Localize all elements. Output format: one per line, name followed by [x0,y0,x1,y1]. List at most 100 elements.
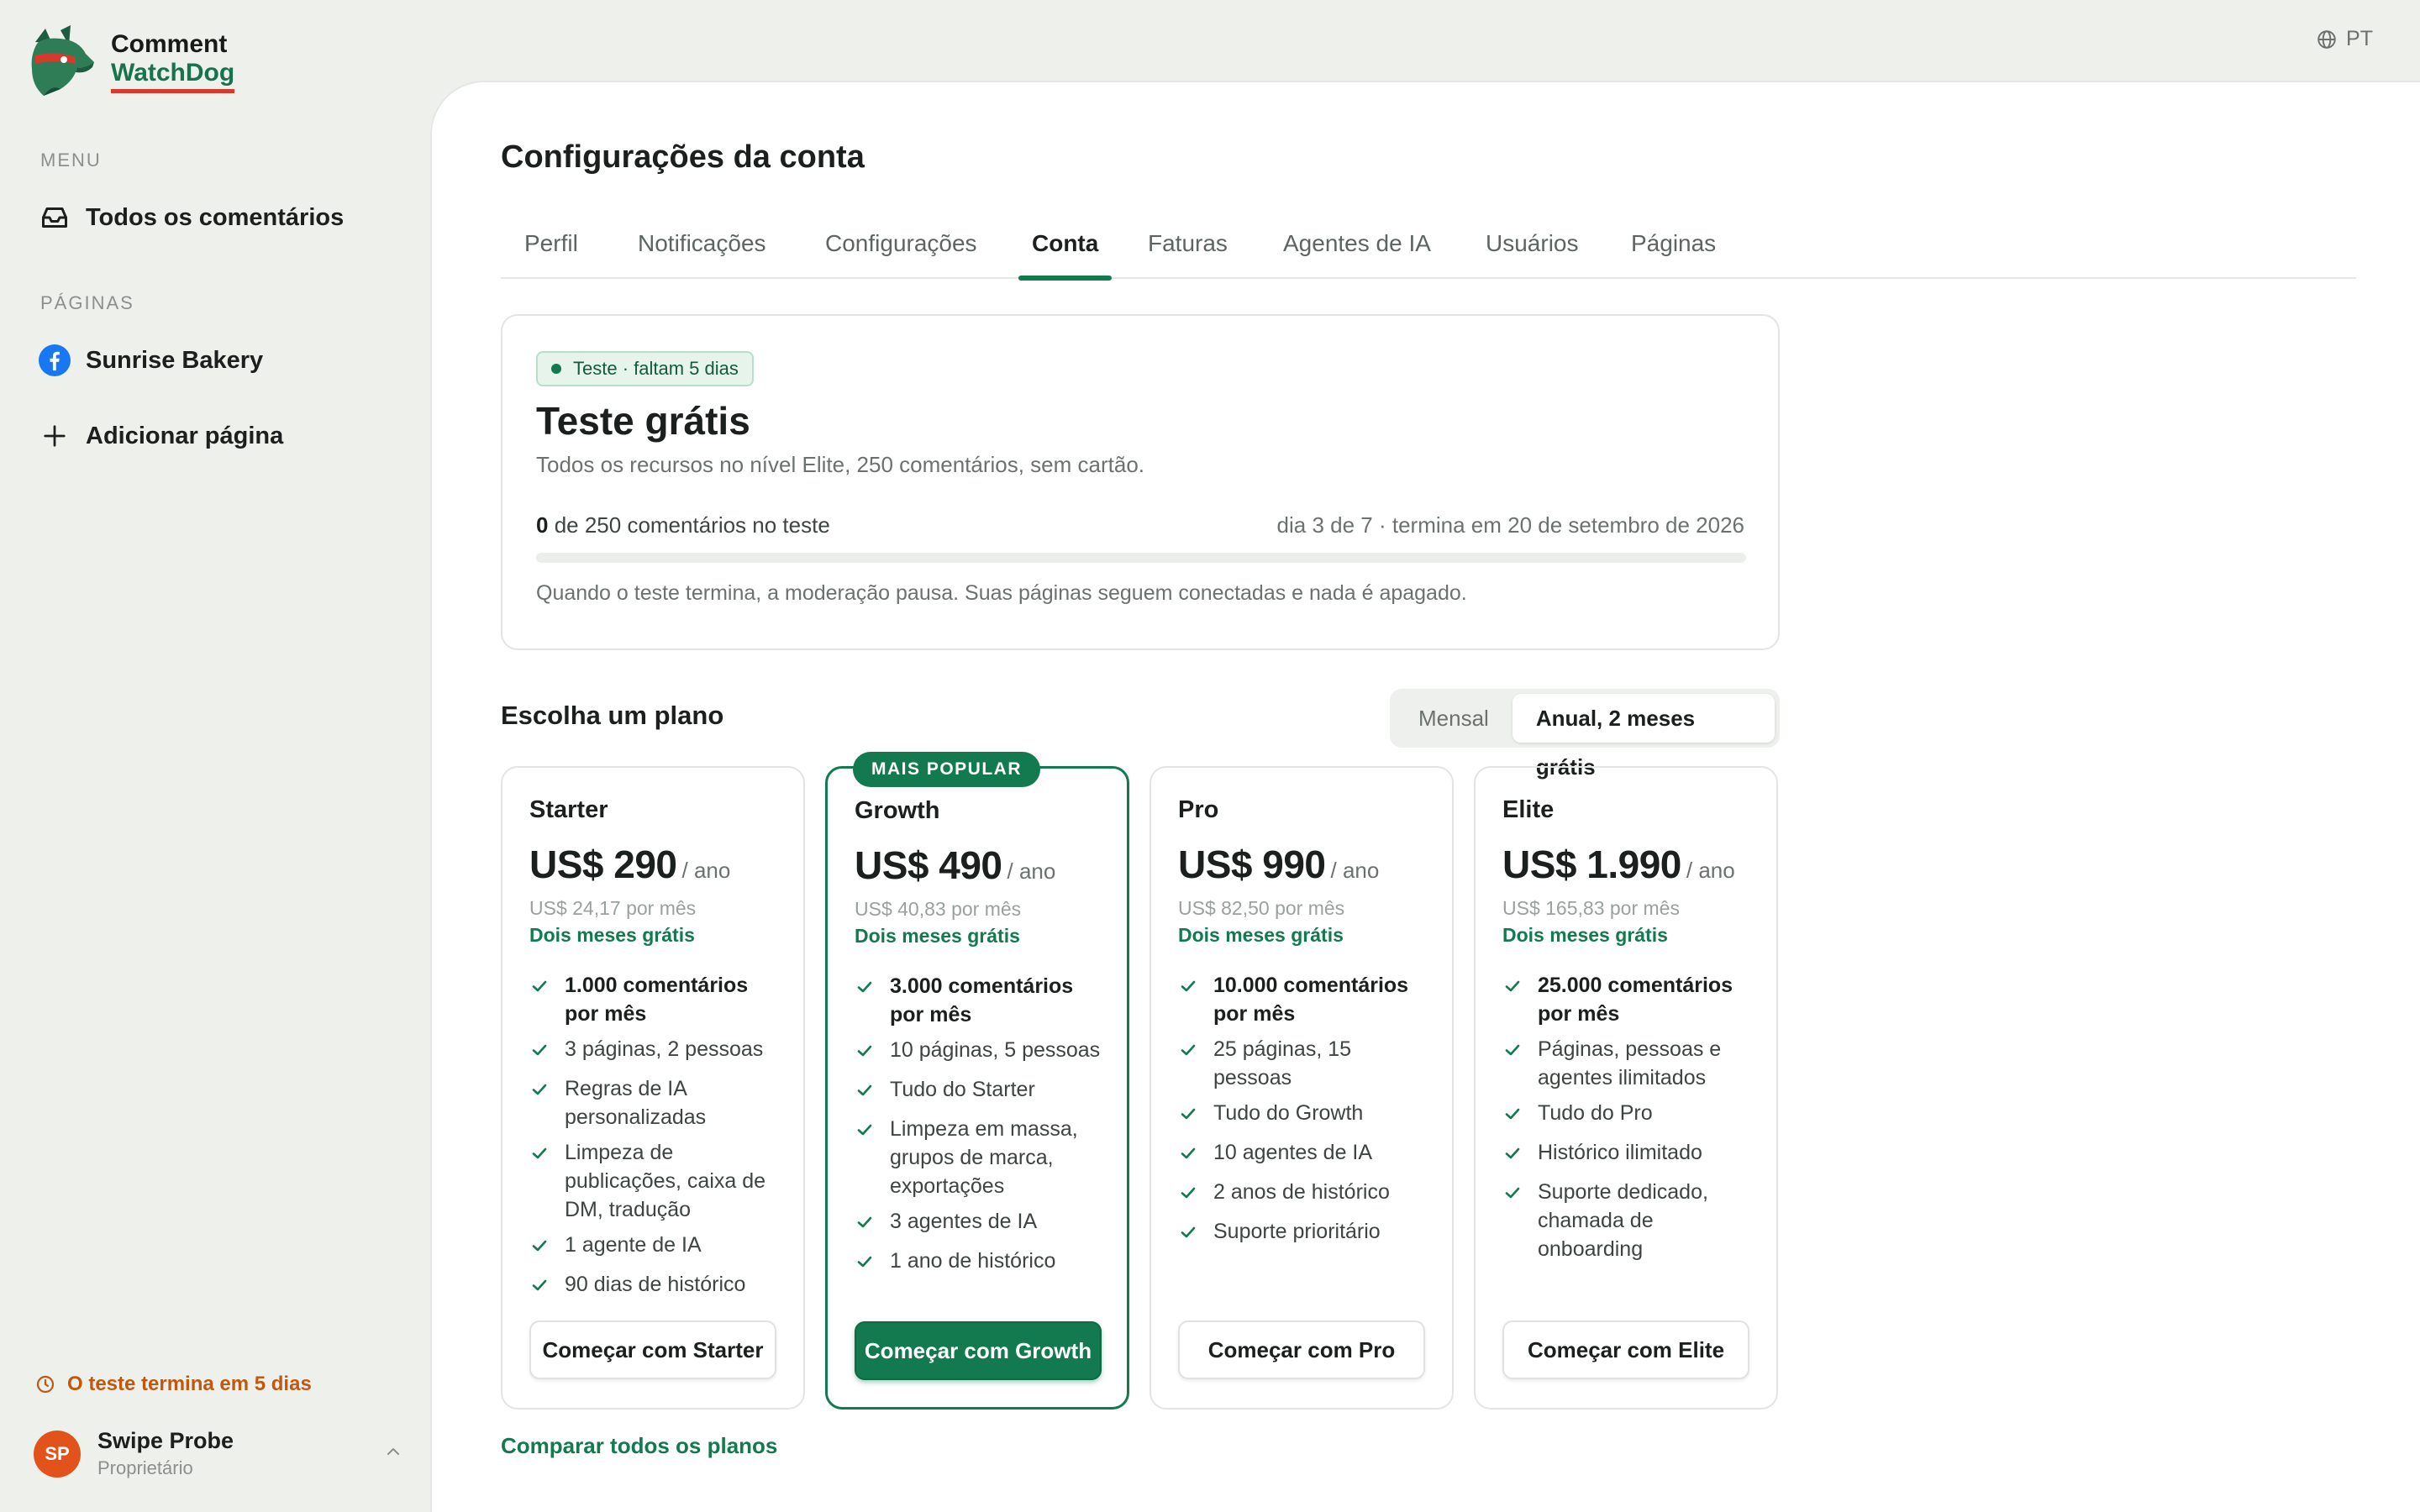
plan-free-months: Dois meses grátis [529,924,695,946]
plan-feature-text: 10 agentes de IA [1213,1141,1373,1164]
plan-price: US$ 490 / ano [855,843,1055,888]
main-panel: Configurações da conta Perfil Notificaçõ… [430,81,2420,1512]
plan-price-period: / ano [681,858,731,883]
start-starter-button[interactable]: Começar com Starter [529,1320,776,1379]
check-icon [855,1247,880,1279]
plan-feature: 3.000 comentários por mês [855,972,1112,1029]
pages-section-label: PÁGINAS [40,292,134,313]
tab-notificacoes[interactable]: Notificações [624,220,780,279]
plan-features: 25.000 comentários por mês Páginas, pess… [1502,971,1760,1270]
plan-feature: Tudo do Pro [1502,1099,1760,1131]
plus-icon [39,420,71,452]
plan-name: Pro [1178,796,1219,823]
plan-card-starter: Starter US$ 290 / ano US$ 24,17 por mês … [501,766,805,1410]
plan-feature: Histórico ilimitado [1502,1138,1760,1171]
plan-card-pro: Pro US$ 990 / ano US$ 82,50 por mês Dois… [1150,766,1454,1410]
plan-price-amount: US$ 290 [529,843,677,886]
tab-usuarios[interactable]: Usuários [1472,220,1591,279]
plan-feature: 3 agentes de IA [855,1207,1112,1240]
plan-feature-text: 25.000 comentários por mês [1538,974,1733,1026]
add-page-label: Adicionar página [86,422,284,449]
start-elite-button[interactable]: Começar com Elite [1502,1320,1749,1379]
tab-paginas[interactable]: Páginas [1618,220,1729,279]
sidebar-item-page[interactable]: Sunrise Bakery [39,344,263,376]
plan-feature: 10 páginas, 5 pessoas [855,1036,1112,1068]
plan-feature: Suporte dedicado, chamada de onboarding [1502,1178,1760,1263]
tab-faturas[interactable]: Faturas [1134,220,1241,279]
check-icon [1178,1138,1203,1171]
plan-monthly-price: US$ 40,83 por mês [855,898,1022,920]
globe-icon [2317,29,2336,49]
language-selector[interactable]: PT [2316,27,2373,51]
trial-title: Teste grátis [536,399,750,443]
watchdog-logo-icon [31,25,94,96]
start-growth-button[interactable]: Começar com Growth [855,1321,1102,1380]
plan-feature-text: Páginas, pessoas e agentes ilimitados [1538,1037,1722,1089]
check-icon [1178,1099,1203,1131]
plan-feature: Limpeza de publicações, caixa de DM, tra… [529,1138,786,1224]
plan-free-months: Dois meses grátis [1178,924,1344,946]
check-icon [855,1115,880,1200]
compare-plans-link[interactable]: Comparar todos os planos [501,1433,777,1459]
plan-monthly-price: US$ 82,50 por mês [1178,897,1345,919]
trial-warning-text: O teste termina em 5 dias [67,1373,312,1395]
check-icon [1178,971,1203,1028]
check-icon [1502,1035,1528,1092]
settings-tabs: Perfil Notificações Configurações Conta … [501,220,2356,281]
plan-feature-text: 1 agente de IA [565,1233,702,1257]
plan-feature: 25 páginas, 15 pessoas [1178,1035,1435,1092]
tab-agentes-ia[interactable]: Agentes de IA [1270,220,1444,279]
user-role: Proprietário [97,1457,193,1478]
trial-usage-text: de 250 comentários no teste [548,512,830,538]
plan-feature-text: 90 dias de histórico [565,1273,746,1296]
plan-feature: 10 agentes de IA [1178,1138,1435,1171]
plan-feature-text: 3 agentes de IA [890,1210,1038,1233]
add-page-button[interactable]: Adicionar página [39,420,283,452]
plan-feature-text: 3 páginas, 2 pessoas [565,1037,764,1061]
status-dot-icon [551,364,561,374]
tab-perfil[interactable]: Perfil [511,220,592,279]
plan-price-period: / ano [1330,858,1380,883]
plan-feature: 90 dias de histórico [529,1270,786,1303]
check-icon [529,1231,555,1263]
menu-section-label: MENU [40,150,102,171]
check-icon [1502,1138,1528,1171]
inbox-icon [39,202,71,234]
brand-logo[interactable]: Comment WatchDog [27,25,235,97]
plan-feature-text: 1.000 comentários por mês [565,974,749,1026]
toggle-annual[interactable]: Anual, 2 meses grátis [1512,694,1775,780]
check-icon [855,1036,880,1068]
plan-features: 3.000 comentários por mês 10 páginas, 5 … [855,972,1112,1286]
plans-title: Escolha um plano [501,701,724,730]
plan-feature-text: Suporte dedicado, chamada de onboarding [1538,1180,1708,1261]
check-icon [855,1207,880,1240]
plan-feature-text: 10 páginas, 5 pessoas [890,1038,1101,1062]
plan-price-amount: US$ 490 [855,843,1002,887]
plan-feature-text: 25 páginas, 15 pessoas [1213,1037,1352,1089]
tab-conta[interactable]: Conta [1018,220,1113,281]
plan-feature: 25.000 comentários por mês [1502,971,1760,1028]
billing-period-toggle: Mensal Anual, 2 meses grátis [1390,689,1780,780]
trial-warning[interactable]: O teste termina em 5 dias [35,1373,312,1396]
trial-subtitle: Todos os recursos no nível Elite, 250 co… [536,452,1145,477]
start-pro-button[interactable]: Começar com Pro [1178,1320,1425,1379]
check-icon [529,1035,555,1068]
trial-period: dia 3 de 7 · termina em 20 de setembro d… [1276,512,1744,538]
check-icon [1502,1099,1528,1131]
plan-free-months: Dois meses grátis [1502,924,1668,946]
sidebar-item-all-comments[interactable]: Todos os comentários [39,202,344,234]
tab-configuracoes[interactable]: Configurações [812,220,991,279]
plan-price: US$ 990 / ano [1178,842,1379,887]
user-menu[interactable]: SP Swipe Probe Proprietário [34,1428,403,1479]
plan-monthly-price: US$ 24,17 por mês [529,897,697,919]
trial-badge-text: Teste · faltam 5 dias [573,358,739,379]
brand-name-line1: Comment [111,29,228,58]
plan-price: US$ 1.990 / ano [1502,842,1735,887]
trial-progress-bar [536,553,1746,563]
toggle-monthly[interactable]: Mensal [1395,694,1512,743]
trial-usage: 0 de 250 comentários no teste [536,512,830,538]
plan-features: 10.000 comentários por mês 25 páginas, 1… [1178,971,1435,1257]
check-icon [529,1270,555,1303]
sidebar: Comment WatchDog MENU Todos os comentári… [0,0,430,1512]
brand-name-line2: WatchDog [111,59,235,93]
